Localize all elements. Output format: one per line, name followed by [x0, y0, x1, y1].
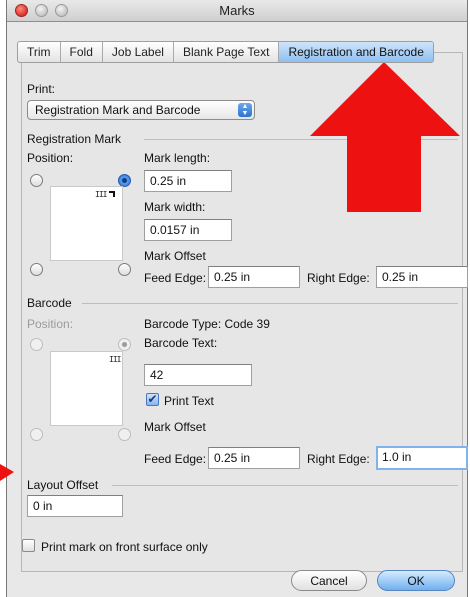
mark-length-label: Mark length:: [144, 151, 211, 165]
tab-trim[interactable]: Trim: [18, 42, 61, 62]
print-text-checkbox[interactable]: ✔: [146, 393, 159, 406]
barcode-position-label: Position:: [27, 317, 74, 331]
tab-job-label[interactable]: Job Label: [103, 42, 174, 62]
registration-position-bottom-right-radio[interactable]: [118, 263, 131, 276]
window-title: Marks: [219, 3, 255, 18]
layout-offset-field[interactable]: 0 in: [27, 495, 123, 517]
layout-offset-label: Layout Offset: [27, 478, 99, 492]
barcode-position-top-right-radio[interactable]: [118, 338, 131, 351]
registration-mark-offset-label: Mark Offset: [144, 249, 206, 263]
popup-arrows-icon: ▲ ▼: [238, 103, 252, 117]
registration-feed-edge-field[interactable]: 0.25 in: [208, 266, 300, 288]
registration-separator: [144, 139, 458, 140]
barcode-right-edge-label: Right Edge:: [307, 452, 370, 466]
ok-button[interactable]: OK: [377, 570, 455, 591]
barcode-position-bottom-left-radio[interactable]: [30, 428, 43, 441]
registration-position-label: Position:: [27, 151, 74, 165]
barcode-position-top-left-radio[interactable]: [30, 338, 43, 351]
barcode-text-label: Barcode Text:: [144, 336, 218, 350]
cancel-button[interactable]: Cancel: [291, 570, 367, 591]
mark-length-field[interactable]: 0.25 in: [144, 170, 232, 192]
tab-fold[interactable]: Fold: [61, 42, 103, 62]
registration-preview: III: [50, 186, 123, 261]
layout-offset-separator: [112, 485, 458, 486]
registration-corner-mark: [109, 191, 115, 197]
barcode-position-bottom-right-radio[interactable]: [118, 428, 131, 441]
tab-bar: Trim Fold Job Label Blank Page Text Regi…: [17, 41, 434, 63]
barcode-mark-offset-label: Mark Offset: [144, 420, 206, 434]
title-bar[interactable]: Marks: [7, 0, 467, 22]
barcode-separator: [82, 303, 458, 304]
registration-section-label: Registration Mark: [27, 132, 122, 146]
print-label: Print:: [27, 82, 56, 96]
print-mode-popup[interactable]: Registration Mark and Barcode ▲ ▼: [27, 100, 255, 120]
registration-right-edge-field[interactable]: 0.25 in: [376, 266, 468, 288]
registration-right-edge-label: Right Edge:: [307, 271, 370, 285]
registration-position-bottom-left-radio[interactable]: [30, 263, 43, 276]
tab-content-panel: Print: Registration Mark and Barcode ▲ ▼ …: [21, 52, 468, 572]
registration-feed-edge-label: Feed Edge:: [144, 271, 207, 285]
front-surface-label: Print mark on front surface only: [41, 540, 208, 554]
barcode-feed-edge-label: Feed Edge:: [144, 452, 207, 466]
registration-position-top-left-radio[interactable]: [30, 174, 43, 187]
barcode-type-text: Barcode Type: Code 39: [144, 317, 270, 331]
mark-width-field[interactable]: 0.0157 in: [144, 219, 232, 241]
print-mode-value: Registration Mark and Barcode: [35, 103, 201, 117]
front-surface-checkbox[interactable]: [22, 539, 35, 552]
barcode-text-field[interactable]: 42: [144, 364, 252, 386]
registration-preview-marks: III: [95, 190, 107, 199]
barcode-right-edge-field[interactable]: 1.0 in: [376, 446, 468, 470]
barcode-section-label: Barcode: [27, 296, 72, 310]
barcode-preview: III: [50, 351, 123, 426]
tab-blank-page-text[interactable]: Blank Page Text: [174, 42, 280, 62]
barcode-preview-marks: III: [109, 355, 121, 364]
barcode-feed-edge-field[interactable]: 0.25 in: [208, 447, 300, 469]
print-text-label: Print Text: [164, 394, 214, 408]
tab-registration-and-barcode[interactable]: Registration and Barcode: [279, 42, 433, 62]
marks-dialog: Marks Trim Fold Job Label Blank Page Tex…: [6, 0, 468, 597]
mark-width-label: Mark width:: [144, 200, 206, 214]
